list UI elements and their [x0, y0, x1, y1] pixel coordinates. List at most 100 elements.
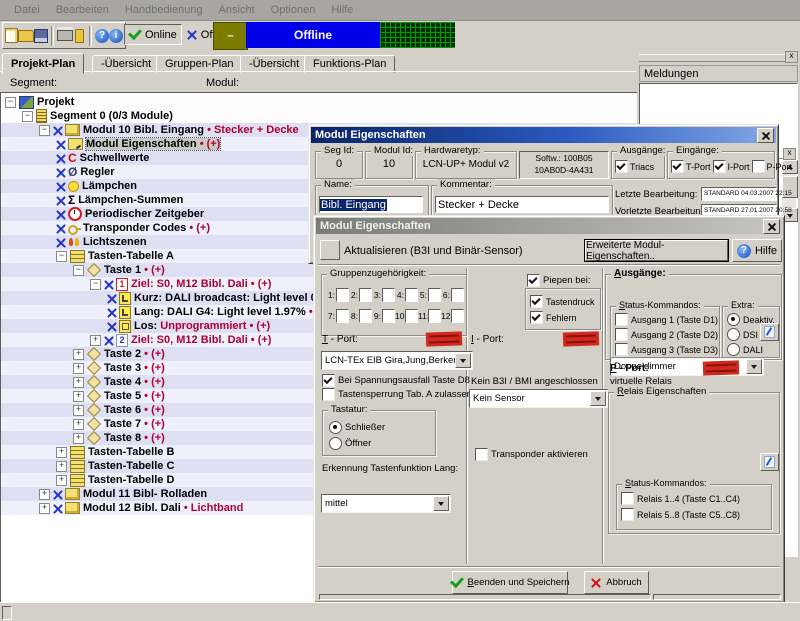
tree-toggle-icon[interactable]: − — [73, 265, 84, 276]
dialog-titlebar[interactable]: Modul Eigenschaften — [316, 218, 782, 234]
module-icon — [65, 124, 80, 136]
relais14-checkbox[interactable] — [621, 492, 634, 505]
tport-checkbox[interactable] — [671, 160, 684, 173]
tree-toggle-icon[interactable]: + — [73, 349, 84, 360]
gruppen-field-input[interactable] — [382, 309, 395, 323]
tree-toggle-icon[interactable]: + — [39, 503, 50, 514]
menu-ansicht[interactable]: Ansicht — [211, 2, 263, 18]
tree-toggle-icon[interactable]: − — [22, 111, 33, 122]
ausgang3-checkbox[interactable] — [615, 343, 628, 356]
piepen-checkbox[interactable] — [527, 274, 540, 287]
tree-toggle-icon[interactable]: + — [56, 447, 67, 458]
gruppen-field-input[interactable] — [405, 309, 418, 323]
panel-gripper[interactable]: x — [639, 54, 798, 62]
save-icon[interactable] — [34, 25, 48, 46]
gruppen-field-input[interactable] — [428, 309, 441, 323]
help-icon[interactable]: ? — [95, 25, 109, 46]
schliesser-radio[interactable] — [329, 421, 342, 434]
tree-item-label: Taste 5 • (+) — [104, 390, 165, 402]
tree-toggle-icon[interactable]: + — [73, 419, 84, 430]
aktualisieren-button[interactable] — [320, 240, 340, 260]
deaktiv-radio[interactable] — [727, 313, 740, 326]
chevron-down-icon[interactable] — [455, 353, 471, 368]
erweiterte-button[interactable]: Erweiterte Modul-Eigenschaften.. — [584, 239, 729, 262]
tree-toggle-icon[interactable]: − — [56, 251, 67, 262]
project-icon — [19, 96, 34, 109]
new-file-icon[interactable] — [5, 25, 18, 46]
tree-toggle-icon[interactable]: − — [39, 125, 50, 136]
file-toolbar: ? i — [2, 22, 126, 49]
erkennung-dropdown[interactable]: mittel — [321, 494, 451, 513]
print-icon[interactable] — [57, 25, 73, 46]
triacs-checkbox[interactable] — [615, 160, 628, 173]
tree-toggle-icon[interactable]: − — [90, 279, 101, 290]
menu-handbedienung[interactable]: Handbedienung — [117, 2, 211, 18]
tree-toggle-icon[interactable]: + — [39, 489, 50, 500]
hilfe-button[interactable]: ?Hilfe — [732, 239, 782, 262]
tport-peripherie-dropdown[interactable]: LCN-TEx EIB Gira,Jung,Berker,Leg — [321, 351, 473, 370]
tree-toggle-icon[interactable]: + — [90, 335, 101, 346]
iport-checkbox[interactable] — [713, 160, 726, 173]
gruppen-field-input[interactable] — [405, 288, 418, 302]
close-button[interactable] — [763, 219, 780, 234]
tree-toggle-icon[interactable]: + — [73, 405, 84, 416]
name-field[interactable]: Bibl. Eingang — [319, 196, 423, 213]
cancel-button[interactable]: Abbruch — [584, 571, 649, 594]
oeffner-radio[interactable] — [329, 437, 342, 450]
menu-bearbeiten[interactable]: Bearbeiten — [48, 2, 117, 18]
tree-item[interactable]: −Projekt — [1, 95, 637, 109]
tree-item[interactable]: −Segment 0 (0/3 Module) — [1, 109, 637, 123]
close-button[interactable] — [757, 128, 774, 143]
tree-toggle-icon[interactable]: + — [56, 475, 67, 486]
ausgang2-checkbox[interactable] — [615, 328, 628, 341]
letzte-bearbeitung-value: STANDARD 04.03.2007 22:15 — [701, 187, 777, 201]
relais58-checkbox[interactable] — [621, 508, 634, 521]
tree-toggle-icon[interactable]: + — [73, 363, 84, 374]
menu-hilfe[interactable]: Hilfe — [323, 2, 361, 18]
tree-toggle-icon[interactable]: + — [73, 377, 84, 388]
tree-toggle-icon[interactable]: + — [73, 433, 84, 444]
tab-projekt-plan[interactable]: Projekt-Plan — [2, 53, 84, 74]
plug-icon[interactable] — [73, 25, 86, 46]
menu-optionen[interactable]: Optionen — [263, 2, 324, 18]
blue-x-icon — [107, 322, 116, 331]
iport-sensor-dropdown[interactable]: Kein Sensor — [469, 389, 608, 408]
gruppen-field-input[interactable] — [359, 309, 372, 323]
menu-datei[interactable]: Datei — [6, 2, 48, 18]
gruppen-field-input[interactable] — [428, 288, 441, 302]
kommentar-field[interactable]: Stecker + Decke — [435, 196, 609, 213]
tastensperrung-checkbox[interactable] — [322, 388, 335, 401]
spannungsausfall-checkbox[interactable] — [322, 374, 335, 387]
transponder-checkbox[interactable] — [475, 448, 488, 461]
dialog-titlebar[interactable]: Modul Eigenschaften — [311, 127, 776, 143]
status-bar — [0, 602, 800, 621]
fehlern-checkbox[interactable] — [530, 311, 543, 324]
chevron-down-icon[interactable] — [590, 391, 606, 406]
help-icon: ? — [737, 244, 751, 258]
close-icon[interactable]: x — [785, 51, 798, 63]
gruppen-field-input[interactable] — [359, 288, 372, 302]
gruppen-field-input[interactable] — [382, 288, 395, 302]
close-icon[interactable]: x — [783, 148, 796, 160]
tree-toggle-icon[interactable]: − — [5, 97, 16, 108]
tree-toggle-icon[interactable]: + — [56, 461, 67, 472]
gruppen-field-input[interactable] — [451, 309, 464, 323]
gruppen-field-input[interactable] — [451, 288, 464, 302]
chevron-down-icon[interactable] — [433, 496, 449, 511]
gruppen-field-input[interactable] — [336, 309, 349, 323]
dsi-radio[interactable] — [727, 328, 740, 341]
tree-toggle-icon[interactable]: + — [73, 391, 84, 402]
tastendruck-checkbox[interactable] — [530, 295, 543, 308]
open-folder-icon[interactable] — [18, 25, 34, 46]
gruppen-field-input[interactable] — [336, 288, 349, 302]
ausgang1-checkbox[interactable] — [615, 313, 628, 326]
tree-item-label: Ziel: S0, M12 Bibl. Dali • (+) — [131, 278, 271, 290]
dali-radio[interactable] — [727, 343, 740, 356]
info-icon[interactable]: i — [109, 25, 123, 46]
save-button[interactable]: Beenden und Speichern — [452, 571, 568, 594]
lang-icon — [119, 306, 131, 319]
online-button[interactable]: Online — [124, 24, 182, 45]
pport-checkbox[interactable] — [752, 160, 765, 173]
x-icon — [591, 578, 601, 588]
table-icon — [70, 474, 85, 487]
